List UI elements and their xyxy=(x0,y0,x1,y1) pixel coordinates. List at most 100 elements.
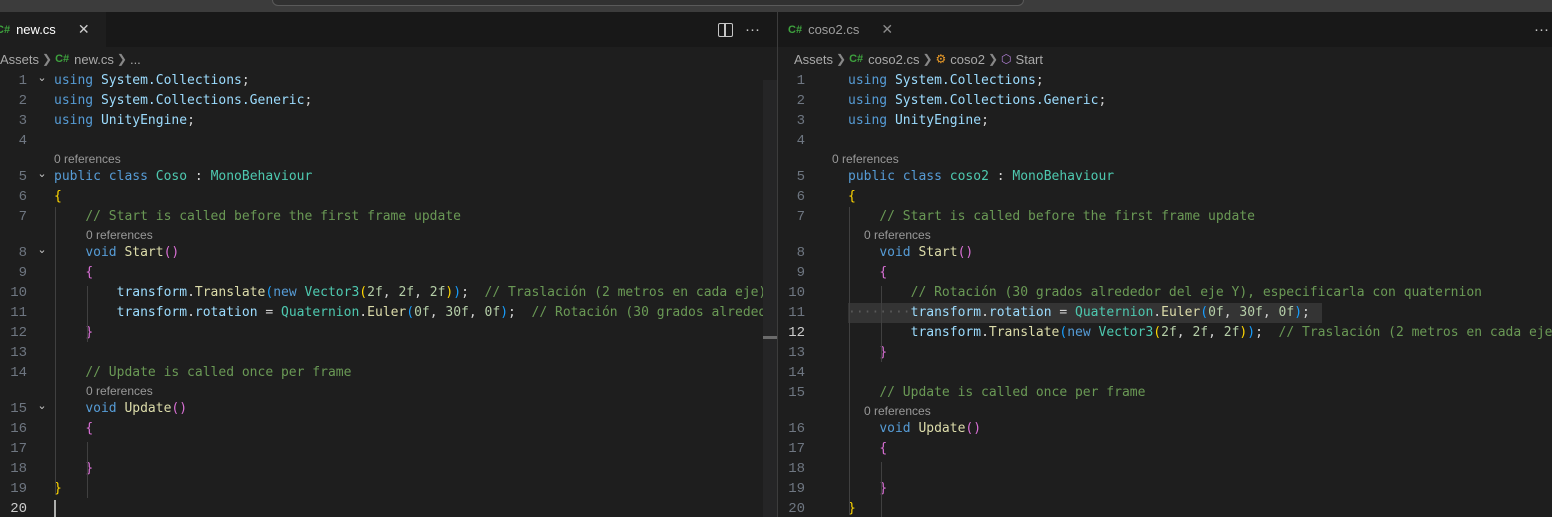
breadcrumb-file[interactable]: new.cs xyxy=(74,52,114,67)
code-line[interactable]: 10 // Rotación (30 grados alrededor del … xyxy=(778,283,1552,303)
code-line[interactable]: 12 transform.Translate(new Vector3(2f, 2… xyxy=(778,323,1552,343)
code-text[interactable]: // Rotación (30 grados alrededor del eje… xyxy=(848,283,1482,303)
code-line[interactable]: 6{ xyxy=(0,187,777,207)
code-line[interactable]: 15 ⌄ void Update() xyxy=(0,399,777,419)
code-text[interactable]: void Update() xyxy=(848,419,981,439)
code-text[interactable]: transform.rotation = Quaternion.Euler(0f… xyxy=(54,303,777,323)
code-editor[interactable]: 1 ⌄ using System.Collections; 2 using System… xyxy=(0,70,777,517)
code-line[interactable]: 8 ⌄ void Start() xyxy=(0,243,777,263)
code-line[interactable]: 17 xyxy=(0,439,777,459)
code-text[interactable]: using UnityEngine; xyxy=(54,111,195,131)
code-line[interactable]: 13 } xyxy=(778,343,1552,363)
tab-label: coso2.cs xyxy=(808,22,860,37)
scrollbar[interactable] xyxy=(763,80,777,517)
code-text[interactable]: { xyxy=(848,263,887,283)
breadcrumb-assets[interactable]: Assets xyxy=(794,52,833,67)
line-number: 16 xyxy=(788,421,805,437)
more-actions-icon[interactable]: ··· xyxy=(1534,21,1549,38)
code-text[interactable]: // Update is called once per frame xyxy=(848,383,1145,403)
code-text[interactable]: { xyxy=(54,263,93,283)
code-line[interactable]: 19} xyxy=(0,479,777,499)
code-line[interactable]: 7 // Start is called before the first fr… xyxy=(0,207,777,227)
code-line[interactable]: 19 } xyxy=(778,479,1552,499)
fold-chevron-icon[interactable]: ⌄ xyxy=(35,68,49,88)
code-line[interactable]: 13 xyxy=(0,343,777,363)
codelens-references[interactable]: 0 references xyxy=(86,227,153,243)
codelens-references[interactable]: 0 references xyxy=(86,383,153,399)
code-line[interactable]: 4 xyxy=(778,131,1552,151)
codelens-references[interactable]: 0 references xyxy=(864,227,931,243)
code-line[interactable]: 18 xyxy=(778,459,1552,479)
breadcrumb-method[interactable]: Start xyxy=(1016,52,1043,67)
code-line[interactable]: 7 // Start is called before the first fr… xyxy=(778,207,1552,227)
breadcrumb-more[interactable]: ... xyxy=(130,52,141,67)
code-line[interactable]: 11 transform.rotation = Quaternion.Euler… xyxy=(0,303,777,323)
code-line[interactable]: 17 { xyxy=(778,439,1552,459)
code-line[interactable]: 16 void Update() xyxy=(778,419,1552,439)
code-text[interactable]: using UnityEngine; xyxy=(848,111,989,131)
command-center[interactable] xyxy=(272,0,1024,6)
close-icon[interactable]: ✕ xyxy=(881,21,893,38)
code-text[interactable]: public class Coso : MonoBehaviour xyxy=(54,167,312,187)
code-line[interactable]: 9 { xyxy=(0,263,777,283)
scrollbar-thumb[interactable] xyxy=(763,336,777,339)
code-line[interactable]: 20 xyxy=(0,499,777,517)
code-line[interactable]: 8 void Start() xyxy=(778,243,1552,263)
code-line[interactable]: 6{ xyxy=(778,187,1552,207)
code-line[interactable]: 3 using UnityEngine; xyxy=(778,111,1552,131)
code-line[interactable]: 18 } xyxy=(0,459,777,479)
code-text[interactable]: using System.Collections; xyxy=(848,71,1044,91)
code-line[interactable]: 14 xyxy=(778,363,1552,383)
code-text[interactable]: transform.Translate(new Vector3(2f, 2f, … xyxy=(848,323,1552,343)
split-editor-icon[interactable] xyxy=(718,22,733,37)
code-line[interactable]: 2 using System.Collections.Generic; xyxy=(0,91,777,111)
code-text[interactable]: using System.Collections.Generic; xyxy=(54,91,312,111)
code-text[interactable]: { xyxy=(54,187,62,207)
code-text[interactable]: { xyxy=(848,187,856,207)
fold-chevron-icon[interactable]: ⌄ xyxy=(35,396,49,416)
code-text[interactable]: using System.Collections; xyxy=(54,71,250,91)
fold-chevron-icon[interactable]: ⌄ xyxy=(35,164,49,184)
code-line[interactable]: 11 ········transform.rotation = Quaternio… xyxy=(778,303,1552,323)
breadcrumb-file[interactable]: coso2.cs xyxy=(868,52,919,67)
breadcrumb-assets[interactable]: Assets xyxy=(0,52,39,67)
code-text[interactable]: void Start() xyxy=(848,243,973,263)
code-text[interactable]: // Start is called before the first fram… xyxy=(54,207,461,227)
code-text[interactable]: // Update is called once per frame xyxy=(54,363,351,383)
code-text[interactable]: // Start is called before the first fram… xyxy=(848,207,1255,227)
codelens-references[interactable]: 0 references xyxy=(832,151,899,167)
code-line[interactable]: 3 using UnityEngine; xyxy=(0,111,777,131)
code-line[interactable]: 5 ⌄ public class Coso : MonoBehaviour xyxy=(0,167,777,187)
code-text[interactable]: public class coso2 : MonoBehaviour xyxy=(848,167,1114,187)
code-line[interactable]: 2 using System.Collections.Generic; xyxy=(778,91,1552,111)
code-line[interactable]: 5 public class coso2 : MonoBehaviour xyxy=(778,167,1552,187)
tab-new-cs[interactable]: C# new.cs ✕ xyxy=(0,12,106,47)
code-text[interactable]: transform.Translate(new Vector3(2f, 2f, … xyxy=(54,283,767,303)
code-line[interactable]: 9 { xyxy=(778,263,1552,283)
code-line[interactable]: 16 { xyxy=(0,419,777,439)
fold-chevron-icon[interactable]: ⌄ xyxy=(35,240,49,260)
code-text[interactable]: using System.Collections.Generic; xyxy=(848,91,1106,111)
code-token: = xyxy=(1051,305,1076,320)
code-line[interactable]: 15 // Update is called once per frame xyxy=(778,383,1552,403)
code-text[interactable]: { xyxy=(848,439,887,459)
codelens-references[interactable]: 0 references xyxy=(864,403,931,419)
code-line[interactable]: 1 using System.Collections; xyxy=(778,71,1552,91)
tab-coso2-cs[interactable]: C# coso2.cs ✕ xyxy=(778,12,898,47)
close-icon[interactable]: ✕ xyxy=(78,21,90,38)
code-line[interactable]: 4 xyxy=(0,131,777,151)
code-line[interactable]: 10 transform.Translate(new Vector3(2f, 2… xyxy=(0,283,777,303)
more-actions-icon[interactable]: ··· xyxy=(745,21,760,38)
code-text[interactable]: void Update() xyxy=(54,399,187,419)
line-number: 20 xyxy=(788,501,805,517)
code-editor[interactable]: 1 using System.Collections; 2 using System.… xyxy=(778,70,1552,517)
code-text[interactable]: ········transform.rotation = Quaternion.… xyxy=(848,303,1310,323)
code-line[interactable]: 1 ⌄ using System.Collections; xyxy=(0,71,777,91)
code-line[interactable]: 20} xyxy=(778,499,1552,517)
code-line[interactable]: 12 } xyxy=(0,323,777,343)
code-text[interactable]: { xyxy=(54,419,93,439)
codelens-references[interactable]: 0 references xyxy=(54,151,121,167)
code-text[interactable]: void Start() xyxy=(54,243,179,263)
code-line[interactable]: 14 // Update is called once per frame xyxy=(0,363,777,383)
breadcrumb-class[interactable]: coso2 xyxy=(950,52,985,67)
